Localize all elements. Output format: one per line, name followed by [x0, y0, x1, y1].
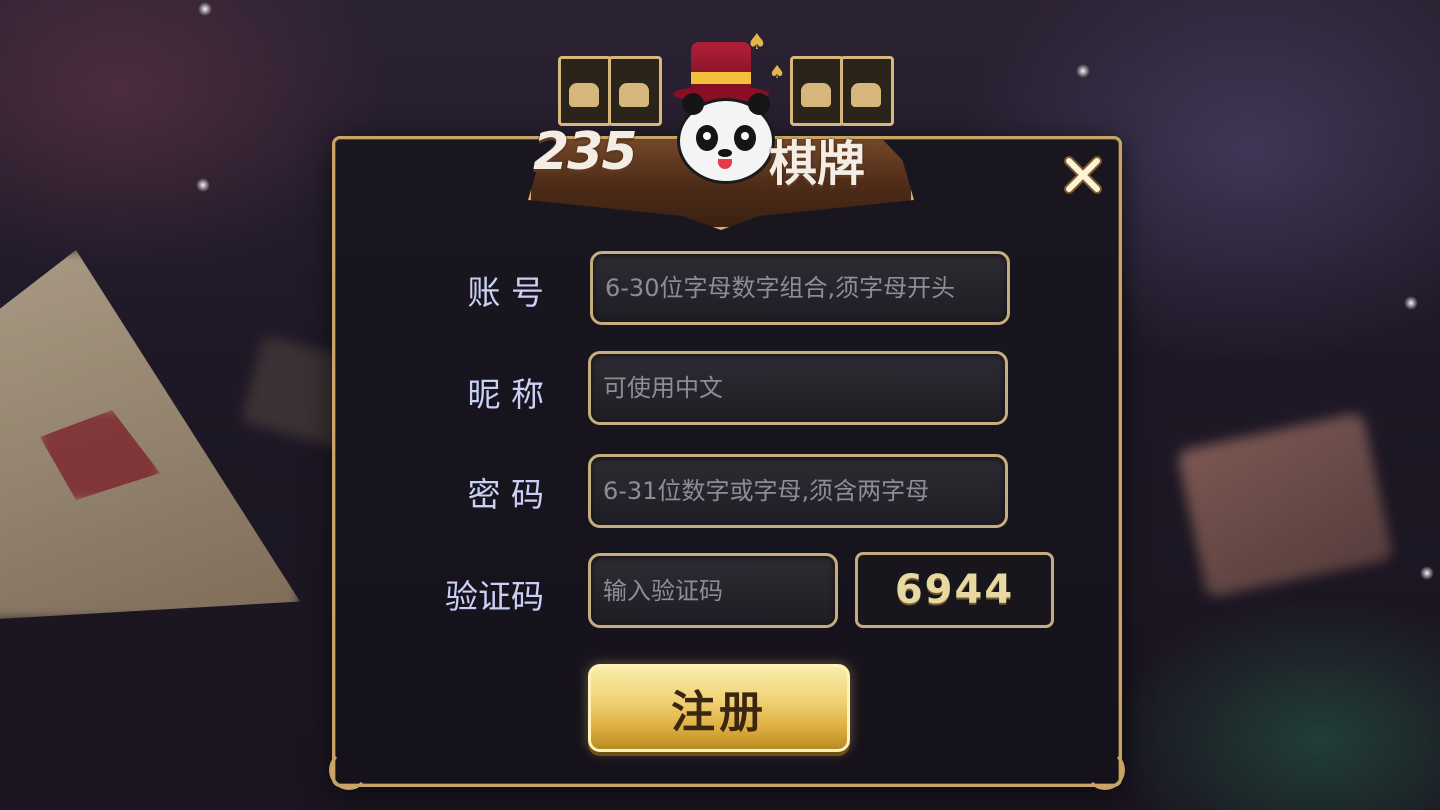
- corner-ornament: [329, 750, 369, 790]
- card-icon: [558, 56, 612, 126]
- captcha-label: 验证码: [445, 577, 544, 616]
- captcha-field: [588, 553, 838, 628]
- spade-icon: ♠: [769, 62, 786, 83]
- captcha-code-image[interactable]: 6944: [855, 552, 1054, 628]
- background-card: [0, 250, 300, 620]
- close-button[interactable]: [1062, 154, 1104, 196]
- sparkle-icon: [1076, 64, 1090, 78]
- sparkle-icon: [1404, 296, 1418, 310]
- brand-logo: ♠ ♠ 235 棋牌: [525, 30, 917, 230]
- captcha-input[interactable]: [591, 556, 835, 625]
- password-label: 密 码: [467, 475, 545, 514]
- card-icon: [790, 56, 844, 126]
- account-label: 账 号: [467, 273, 545, 312]
- account-input[interactable]: [593, 254, 1007, 322]
- register-button-label: 注册: [671, 687, 767, 738]
- card-icon: [840, 56, 894, 126]
- panda-icon: [677, 93, 775, 184]
- captcha-code: 6944: [894, 567, 1015, 613]
- brand-number: 235: [533, 122, 638, 182]
- card-icon: [608, 56, 662, 126]
- nickname-label: 昵 称: [467, 375, 545, 414]
- background-card: [1176, 411, 1394, 599]
- nickname-input[interactable]: [591, 354, 1005, 422]
- password-input[interactable]: [591, 457, 1005, 525]
- register-button[interactable]: 注册: [588, 664, 850, 752]
- corner-ornament: [1085, 750, 1125, 790]
- sparkle-icon: [198, 2, 212, 16]
- password-field: [588, 454, 1008, 528]
- nickname-field: [588, 351, 1008, 425]
- close-icon: [1064, 156, 1102, 194]
- sparkle-icon: [196, 178, 210, 192]
- sparkle-icon: [1420, 566, 1434, 580]
- account-field: [590, 251, 1010, 325]
- brand-name: 棋牌: [769, 136, 866, 192]
